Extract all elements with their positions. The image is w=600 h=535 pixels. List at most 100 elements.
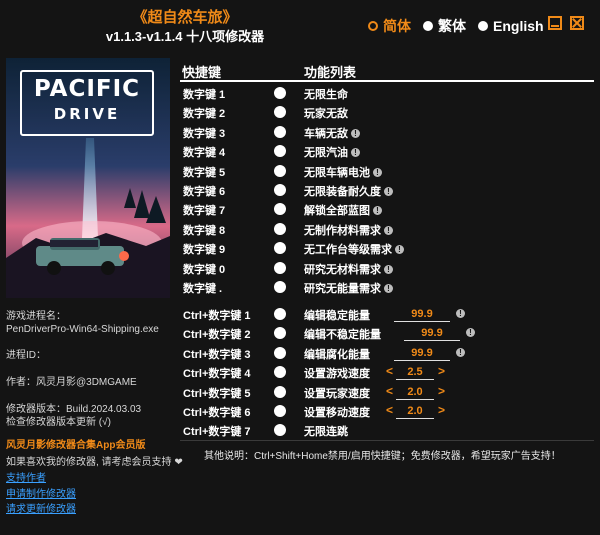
hotkey-label: Ctrl+数字键 2 <box>183 329 251 342</box>
app-subtitle: v1.1.3-v1.1.4 十八项修改器 <box>105 29 265 44</box>
value-input[interactable]: 2.0 <box>396 385 434 400</box>
logo-text-top: PACIFIC <box>33 76 141 102</box>
warning-icon: ! <box>456 347 465 357</box>
toggle-switch[interactable] <box>274 87 286 99</box>
check-update-link[interactable]: 检查修改器版本更新 (√) <box>6 416 111 429</box>
app-title: 《超自然车旅》 <box>132 9 238 26</box>
warning-icon: ! <box>351 128 360 138</box>
request-update-link[interactable]: 请求更新修改器 <box>6 503 76 516</box>
cheat-row-ctrl: Ctrl+数字键 3 编辑腐化能量 99.9! <box>180 343 594 362</box>
lang-option-english[interactable]: English <box>478 18 544 34</box>
toggle-switch[interactable] <box>274 203 286 216</box>
increase-arrow-icon[interactable]: > <box>438 403 445 417</box>
cheat-row: 数字键 3 车辆无敌! <box>180 122 594 141</box>
title-block: 《超自然车旅》 v1.1.3-v1.1.4 十八项修改器 <box>0 8 370 46</box>
function-name: 无限连跳 <box>304 426 348 439</box>
hotkey-label: 数字键 2 <box>183 108 226 121</box>
hotkey-label: Ctrl+数字键 7 <box>183 426 251 439</box>
lang-option-traditional[interactable]: 繁体 <box>423 16 466 36</box>
function-name: 无制作材料需求 <box>304 224 381 237</box>
increase-arrow-icon[interactable]: > <box>438 384 445 398</box>
function-label: 研究无能量需求! <box>304 280 393 296</box>
toggle-switch[interactable] <box>274 281 286 293</box>
toggle-switch[interactable] <box>274 222 286 235</box>
cheat-row: 数字键 1 无限生命 <box>180 83 594 102</box>
cheat-row: 数字键 2 玩家无敌 <box>180 102 594 121</box>
close-icon[interactable] <box>570 16 584 30</box>
function-name: 编辑稳定能量 <box>304 310 370 322</box>
request-trainer-link[interactable]: 申请制作修改器 <box>6 488 76 501</box>
function-name: 设置玩家速度 <box>304 387 370 400</box>
warning-icon: ! <box>373 206 382 216</box>
toggle-switch[interactable] <box>274 346 286 359</box>
hotkey-label: 数字键 4 <box>183 147 226 160</box>
warning-icon: ! <box>384 284 393 293</box>
lang-label: English <box>493 18 544 34</box>
function-name: 解锁全部蓝图 <box>304 205 370 218</box>
hotkey-label: Ctrl+数字键 6 <box>183 407 251 419</box>
increase-arrow-icon[interactable]: > <box>438 364 445 378</box>
value-input[interactable]: 99.9 <box>394 307 450 322</box>
hotkey-label: Ctrl+数字键 3 <box>183 348 251 361</box>
function-name: 无限车辆电池 <box>304 166 370 179</box>
trainer-version: 修改器版本：Build.2024.03.03 <box>6 404 142 415</box>
warning-icon: ! <box>466 328 475 338</box>
process-name-label: 游戏进程名： <box>6 311 66 322</box>
value-input[interactable]: 99.9 <box>404 326 460 342</box>
value-input[interactable]: 2.5 <box>396 365 434 381</box>
toggle-switch[interactable] <box>274 405 286 417</box>
function-name: 研究无材料需求 <box>304 263 381 276</box>
toggle-switch[interactable] <box>274 308 286 320</box>
toggle-switch[interactable] <box>274 366 286 379</box>
support-message: 如果喜欢我的修改器, 请考虑会员支持 ❤ <box>6 457 183 468</box>
cheat-row-ctrl: Ctrl+数字键 2 编辑不稳定能量 99.9! <box>180 323 594 342</box>
function-name: 无限生命 <box>304 89 348 101</box>
radio-icon <box>423 21 433 31</box>
toggle-switch[interactable] <box>274 242 286 255</box>
toggle-switch[interactable] <box>274 164 286 177</box>
hotkey-label: Ctrl+数字键 4 <box>183 368 251 381</box>
footer-note: 其他说明：Ctrl+Shift+Home禁用/启用快捷键；免费修改器，希望玩家广… <box>204 451 561 462</box>
game-cover-image: PACIFIC DRIVE <box>6 58 170 298</box>
cheat-row-ctrl: Ctrl+数字键 1 编辑稳定能量 99.9! <box>180 304 594 323</box>
cheat-row: 数字键 9 无工作台等级需求! <box>180 238 594 257</box>
cheat-row: 数字键 7 解锁全部蓝图! <box>180 199 594 218</box>
lang-option-simplified[interactable]: 简体 <box>368 16 411 36</box>
toggle-switch[interactable] <box>274 106 286 119</box>
minimize-icon[interactable] <box>548 16 562 30</box>
function-name: 设置游戏速度 <box>304 368 370 381</box>
decrease-arrow-icon[interactable]: < <box>386 403 393 417</box>
toggle-switch[interactable] <box>274 424 286 437</box>
hotkey-label: Ctrl+数字键 1 <box>183 310 251 322</box>
toggle-switch[interactable] <box>274 385 286 398</box>
hotkey-label: 数字键 . <box>183 283 223 295</box>
decrease-arrow-icon[interactable]: < <box>386 384 393 398</box>
hotkey-column-header: 快捷键 <box>182 65 222 80</box>
lang-label: 简体 <box>383 18 411 34</box>
hotkey-label: 数字键 1 <box>183 89 226 101</box>
support-author-link[interactable]: 支持作者 <box>6 472 46 485</box>
toggle-switch[interactable] <box>274 184 286 196</box>
footer-divider <box>180 440 594 441</box>
hotkey-label: 数字键 5 <box>183 166 226 179</box>
function-label: 无制作材料需求! <box>304 222 393 238</box>
function-label: 无限汽油! <box>304 144 360 160</box>
function-label: 无限生命 <box>304 86 348 102</box>
value-input[interactable]: 2.0 <box>396 404 434 419</box>
function-label: 车辆无敌! <box>304 125 360 141</box>
header-divider <box>180 80 594 82</box>
function-name: 设置移动速度 <box>304 407 370 419</box>
toggle-switch[interactable] <box>274 145 286 158</box>
hotkey-label: 数字键 0 <box>183 263 226 276</box>
decrease-arrow-icon[interactable]: < <box>386 364 393 378</box>
lang-label: 繁体 <box>438 18 466 34</box>
toggle-switch[interactable] <box>274 327 286 340</box>
hotkey-label: Ctrl+数字键 5 <box>183 387 251 400</box>
value-input[interactable]: 99.9 <box>394 346 450 361</box>
toggle-switch[interactable] <box>274 261 286 274</box>
warning-icon: ! <box>384 187 393 196</box>
cheat-row-ctrl: Ctrl+数字键 5 设置玩家速度 <2.0 > <box>180 382 594 401</box>
warning-icon: ! <box>384 225 393 235</box>
toggle-switch[interactable] <box>274 125 286 138</box>
vip-app-link[interactable]: 风灵月影修改器合集App会员版 <box>6 439 145 452</box>
